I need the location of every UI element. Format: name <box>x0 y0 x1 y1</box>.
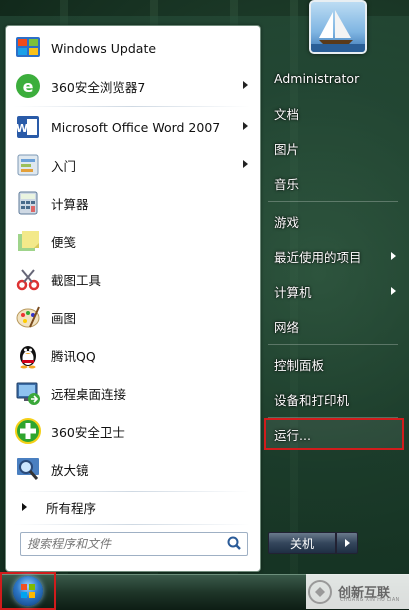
program-label: Windows Update <box>51 40 157 56</box>
program-paint[interactable]: 画图 <box>10 299 256 335</box>
qq-penguin-icon <box>13 340 43 370</box>
submenu-arrow-icon <box>391 252 396 260</box>
program-label: Microsoft Office Word 2007 <box>51 119 221 135</box>
program-sticky-notes[interactable]: 便笺 <box>10 223 256 259</box>
separator <box>14 106 250 107</box>
submenu-arrow-icon <box>243 81 248 89</box>
link-games[interactable]: 游戏 <box>266 207 402 235</box>
shutdown-options-button[interactable] <box>336 532 358 554</box>
separator <box>268 417 398 418</box>
program-label: 便笺 <box>51 234 77 250</box>
program-label: 入门 <box>51 158 77 174</box>
program-calculator[interactable]: 计算器 <box>10 185 256 221</box>
submenu-arrow-icon <box>243 122 248 130</box>
program-word-2007[interactable]: W Microsoft Office Word 2007 <box>10 109 256 145</box>
program-label: 远程桌面连接 <box>51 386 127 402</box>
program-label: 截图工具 <box>51 272 102 288</box>
arrow-right-icon <box>345 539 350 547</box>
program-snipping-tool[interactable]: 截图工具 <box>10 261 256 297</box>
calculator-icon <box>13 188 43 218</box>
svg-text:e: e <box>23 77 34 96</box>
remote-desktop-icon <box>13 378 43 408</box>
link-label: 设备和打印机 <box>274 392 350 408</box>
link-computer[interactable]: 计算机 <box>266 277 402 305</box>
link-label: 最近使用的项目 <box>274 249 362 265</box>
windows-update-icon <box>13 33 43 63</box>
program-label: 计算器 <box>51 196 89 212</box>
program-label: 放大镜 <box>51 462 89 478</box>
submenu-arrow-icon <box>391 287 396 295</box>
paint-icon <box>13 302 43 332</box>
snipping-tool-icon <box>13 264 43 294</box>
program-label: 画图 <box>51 310 77 326</box>
separator <box>268 201 398 202</box>
search-input[interactable] <box>21 534 225 554</box>
program-qq[interactable]: 腾讯QQ <box>10 337 256 373</box>
link-label: 游戏 <box>274 214 300 230</box>
program-label: 360安全卫士 <box>51 424 125 440</box>
link-label: 文档 <box>274 106 300 122</box>
program-360-browser[interactable]: e 360安全浏览器7 <box>10 68 256 104</box>
link-pictures[interactable]: 图片 <box>266 134 402 162</box>
watermark: 创新互联 CHUANG XIN HU LIAN <box>306 574 409 609</box>
360-safeguard-icon <box>13 416 43 446</box>
search-box[interactable] <box>20 532 248 556</box>
shutdown-label: 关机 <box>289 536 314 551</box>
link-label: 运行... <box>274 427 311 443</box>
360-browser-icon: e <box>13 71 43 101</box>
places-pane: Administrator 文档 图片 音乐 游戏 最近使用的项目 计算机 网络… <box>263 0 409 574</box>
link-run[interactable]: 运行... <box>264 418 404 450</box>
link-devices-printers[interactable]: 设备和打印机 <box>266 385 402 413</box>
getting-started-icon <box>13 150 43 180</box>
program-remote-desktop[interactable]: 远程桌面连接 <box>10 375 256 411</box>
program-windows-update[interactable]: Windows Update <box>10 30 256 66</box>
program-magnifier[interactable]: 放大镜 <box>10 451 256 487</box>
link-documents[interactable]: 文档 <box>266 99 402 127</box>
sticky-notes-icon <box>13 226 43 256</box>
start-button[interactable] <box>0 572 56 610</box>
separator <box>268 344 398 345</box>
link-label: 计算机 <box>274 284 312 300</box>
link-label: 图片 <box>274 141 300 157</box>
link-label: 控制面板 <box>274 357 325 373</box>
user-name: Administrator <box>274 70 360 86</box>
program-label: 腾讯QQ <box>51 348 96 364</box>
magnifier-icon <box>13 454 43 484</box>
program-label: 360安全浏览器7 <box>51 79 146 95</box>
submenu-arrow-icon <box>243 160 248 168</box>
search-icon[interactable] <box>225 535 243 553</box>
shutdown-button[interactable]: 关机 <box>268 532 336 554</box>
programs-pane: Windows Update e 360安全浏览器7 W Microsoft O… <box>5 25 261 572</box>
expand-arrow-icon <box>22 503 27 511</box>
all-programs-label: 所有程序 <box>46 500 97 516</box>
link-control-panel[interactable]: 控制面板 <box>266 350 402 378</box>
user-name-link[interactable]: Administrator <box>266 64 402 92</box>
link-label: 网络 <box>274 319 300 335</box>
program-getting-started[interactable]: 入门 <box>10 147 256 183</box>
link-label: 音乐 <box>274 176 300 192</box>
link-music[interactable]: 音乐 <box>266 169 402 197</box>
windows-logo-icon <box>13 576 43 606</box>
link-recent-items[interactable]: 最近使用的项目 <box>266 242 402 270</box>
word-icon: W <box>13 112 43 142</box>
separator <box>14 524 250 525</box>
watermark-subtext: CHUANG XIN HU LIAN <box>340 597 400 603</box>
program-360-safeguard[interactable]: 360安全卫士 <box>10 413 256 449</box>
separator <box>14 491 250 492</box>
link-network[interactable]: 网络 <box>266 312 402 340</box>
all-programs-button[interactable]: 所有程序 <box>10 494 256 520</box>
svg-text:W: W <box>16 122 28 135</box>
watermark-logo-icon <box>308 579 332 604</box>
